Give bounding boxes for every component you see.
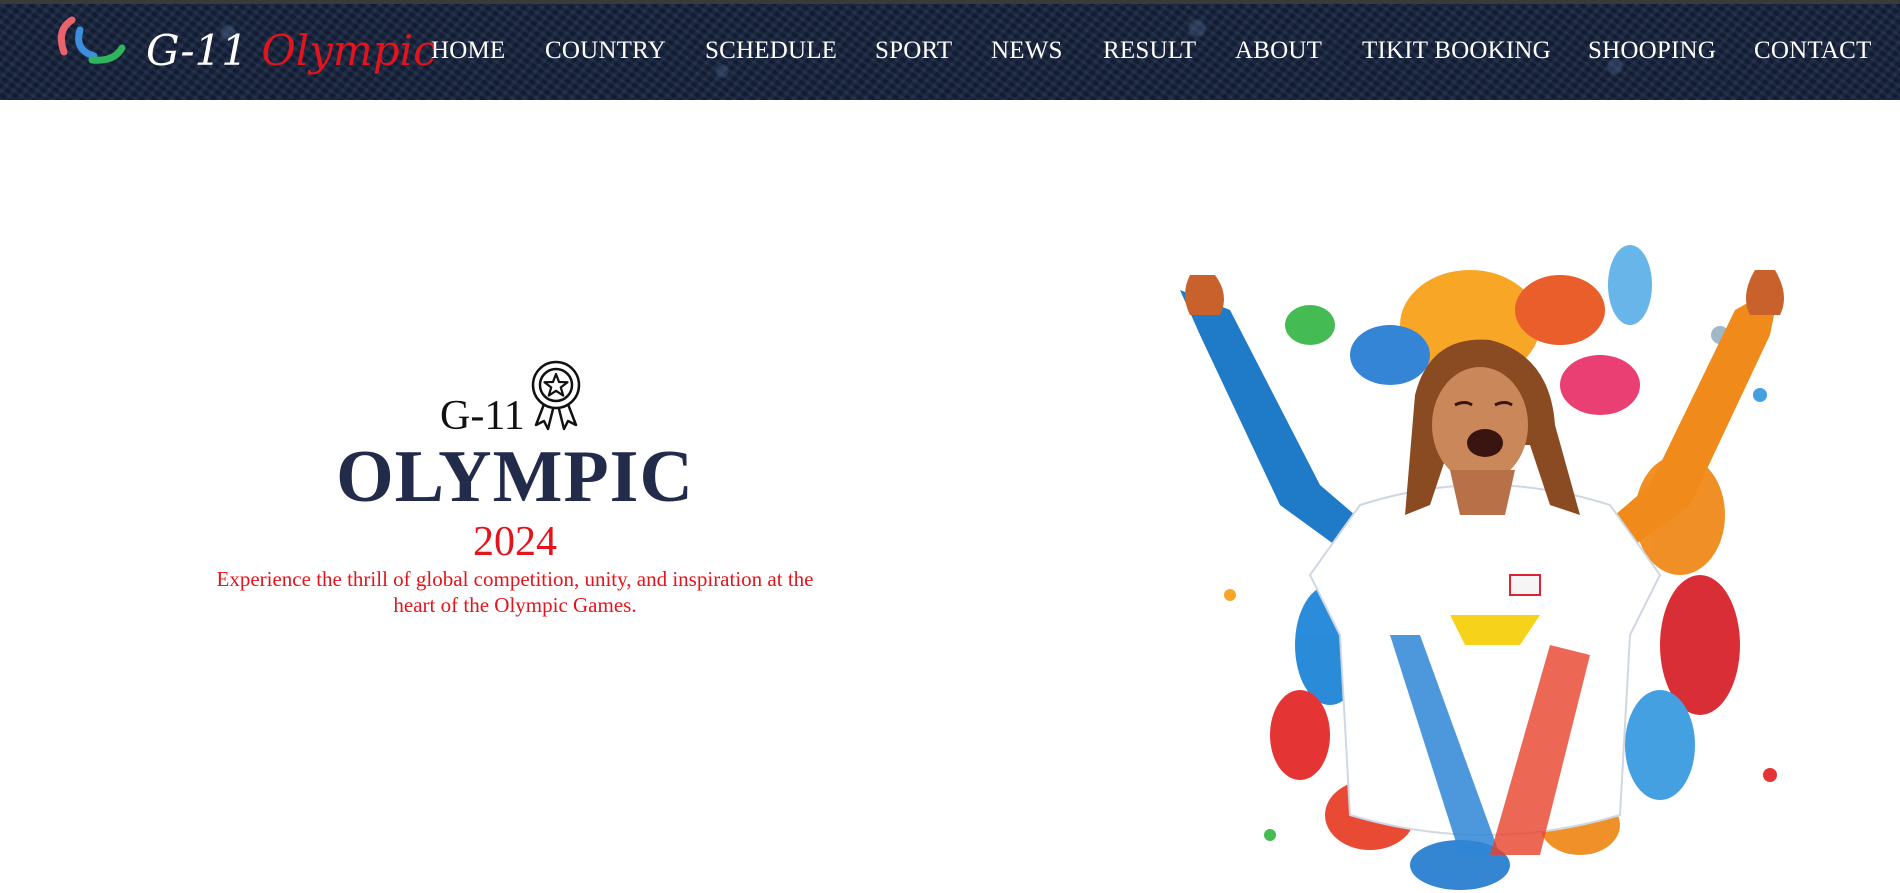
logo-suffix: Olympic xyxy=(261,26,437,75)
nav-sport[interactable]: SPORT xyxy=(875,38,952,63)
hero-pre-title: G-11 xyxy=(440,393,525,439)
nav-schedule[interactable]: SCHEDULE xyxy=(705,38,837,63)
hero-description: Experience the thrill of global competit… xyxy=(216,567,814,617)
nav-contact[interactable]: CONTACT xyxy=(1754,38,1871,63)
navbar: G-11 Olympic HOME COUNTRY SCHEDULE SPORT… xyxy=(0,4,1900,100)
award-ribbon-icon xyxy=(531,360,581,431)
paralympic-agitos-icon xyxy=(57,16,126,64)
hero-title: OLYMPIC xyxy=(336,436,694,518)
nav-country[interactable]: COUNTRY xyxy=(545,38,666,63)
nav-result[interactable]: RESULT xyxy=(1103,38,1196,63)
hero-text-section: G-11 OLYMPIC 2024 Experience the thrill … xyxy=(0,100,1030,893)
site-logo[interactable]: G-11 Olympic xyxy=(146,30,437,72)
nav-home[interactable]: HOME xyxy=(431,38,505,63)
nav-about[interactable]: ABOUT xyxy=(1235,38,1322,63)
celebrating-athlete-paint-splash-illustration xyxy=(1180,245,1784,890)
nav-ticket-booking[interactable]: TIKIT BOOKING xyxy=(1362,38,1551,63)
nav-shopping[interactable]: SHOOPING xyxy=(1588,38,1716,63)
nav-news[interactable]: NEWS xyxy=(991,38,1063,63)
logo-prefix: G-11 xyxy=(146,26,248,75)
hero-year: 2024 xyxy=(473,519,557,565)
